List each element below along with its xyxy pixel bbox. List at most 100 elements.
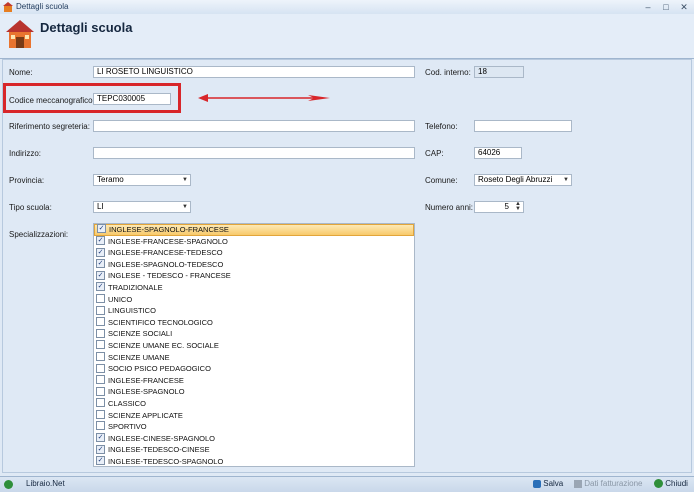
save-button[interactable]: Salva — [533, 479, 563, 488]
checkbox-icon[interactable] — [96, 328, 105, 338]
list-item[interactable]: ✓ INGLESE - TEDESCO - FRANCESE — [94, 270, 414, 282]
close-window-button[interactable]: ✕ — [676, 1, 692, 13]
list-item-label: INGLESE-FRANCESE — [108, 375, 184, 385]
list-item[interactable]: ✓ INGLESE-TEDESCO-CINESE — [94, 444, 414, 456]
nome-input[interactable]: LI ROSETO LINGUISTICO — [93, 66, 415, 78]
list-item[interactable]: INGLESE-SPAGNOLO — [94, 386, 414, 398]
tipo-scuola-select[interactable]: LI ▼ — [93, 201, 191, 213]
nome-label: Nome: — [9, 68, 33, 77]
billing-label: Dati fatturazione — [584, 479, 643, 488]
indirizzo-input[interactable] — [93, 147, 415, 159]
billing-data-button[interactable]: Dati fatturazione — [574, 479, 643, 488]
chevron-down-icon: ▼ — [563, 177, 569, 183]
close-label: Chiudi — [665, 479, 688, 488]
maximize-button[interactable]: □ — [658, 1, 674, 13]
riferimento-segreteria-label: Riferimento segreteria: — [9, 122, 90, 131]
checkbox-icon[interactable] — [96, 363, 105, 373]
checkbox-icon[interactable] — [96, 386, 105, 396]
list-item-label: UNICO — [108, 294, 133, 304]
save-label: Salva — [543, 479, 564, 488]
list-item-label: SPORTIVO — [108, 422, 147, 432]
list-item-label: SCIENZE SOCIALI — [108, 329, 173, 339]
list-item[interactable]: ✓ INGLESE-TEDESCO-SPAGNOLO — [94, 456, 414, 466]
riferimento-segreteria-input[interactable] — [93, 120, 415, 132]
list-item-label: INGLESE-TEDESCO-SPAGNOLO — [108, 456, 224, 466]
numero-anni-value: 5 — [504, 202, 509, 211]
list-item-label: INGLESE-FRANCESE-TEDESCO — [108, 248, 223, 258]
list-item-label: INGLESE-FRANCESE-SPAGNOLO — [108, 236, 228, 246]
list-item-label: INGLESE-CINESE-SPAGNOLO — [108, 433, 215, 443]
list-item[interactable]: ✓ INGLESE-SPAGNOLO-FRANCESE — [94, 224, 414, 236]
list-item[interactable]: ✓ INGLESE-FRANCESE-TEDESCO — [94, 247, 414, 259]
checkbox-checked-icon[interactable]: ✓ — [96, 456, 105, 466]
checkbox-checked-icon[interactable]: ✓ — [97, 224, 106, 234]
list-item[interactable]: SPORTIVO — [94, 421, 414, 433]
list-item-label: SCIENTIFICO TECNOLOGICO — [108, 317, 213, 327]
list-item-label: SCIENZE APPLICATE — [108, 410, 183, 420]
checkbox-icon[interactable] — [96, 398, 105, 408]
list-item-label: INGLESE-SPAGNOLO-TEDESCO — [108, 259, 224, 269]
spin-arrows-icon[interactable]: ▲ ▼ — [515, 202, 521, 212]
list-item-label: INGLESE-SPAGNOLO-FRANCESE — [109, 225, 229, 234]
list-item-label: SOCIO PSICO PEDAGOGICO — [108, 364, 211, 374]
window-title: Dettagli scuola — [16, 2, 69, 11]
checkbox-checked-icon[interactable]: ✓ — [96, 247, 105, 257]
window-titlebar: Dettagli scuola – □ ✕ — [0, 0, 694, 15]
checkbox-icon[interactable] — [96, 421, 105, 431]
close-button[interactable]: Chiudi — [654, 479, 688, 489]
provincia-select[interactable]: Teramo ▼ — [93, 174, 191, 186]
checkbox-checked-icon[interactable]: ✓ — [96, 444, 105, 454]
list-item[interactable]: SCIENZE UMANE — [94, 351, 414, 364]
numero-anni-label: Numero anni: — [425, 203, 474, 212]
checkbox-icon[interactable] — [96, 409, 105, 419]
list-item[interactable]: UNICO — [94, 293, 414, 306]
indirizzo-label: Indirizzo: — [9, 149, 42, 158]
specializzazioni-list[interactable]: ✓ INGLESE-SPAGNOLO-FRANCESE ✓ INGLESE-FRANC… — [93, 223, 415, 467]
list-item-label: INGLESE-TEDESCO-CINESE — [108, 445, 210, 455]
provincia-label: Provincia: — [9, 176, 45, 185]
numero-anni-stepper[interactable]: 5 ▲ ▼ — [474, 201, 524, 213]
list-item[interactable]: ✓ INGLESE-CINESE-SPAGNOLO — [94, 433, 414, 445]
list-item[interactable]: ✓ TRADIZIONALE — [94, 282, 414, 294]
list-item[interactable]: LINGUISTICO — [94, 305, 414, 317]
list-item[interactable]: INGLESE-FRANCESE — [94, 375, 414, 387]
school-house-icon — [6, 20, 34, 48]
close-icon — [654, 479, 663, 489]
checkbox-checked-icon[interactable]: ✓ — [96, 235, 105, 245]
minimize-button[interactable]: – — [640, 1, 656, 13]
list-item[interactable]: SCIENZE SOCIALI — [94, 328, 414, 340]
list-item[interactable]: CLASSICO — [94, 398, 414, 410]
list-item-label: LINGUISTICO — [108, 306, 156, 316]
list-item-label: INGLESE - TEDESCO - FRANCESE — [108, 271, 231, 281]
highlight-box — [3, 83, 181, 113]
page-title: Dettagli scuola — [40, 20, 133, 35]
checkbox-checked-icon[interactable]: ✓ — [96, 270, 105, 280]
checkbox-icon[interactable] — [96, 305, 105, 315]
chevron-down-icon: ▼ — [182, 177, 188, 183]
checkbox-icon[interactable] — [96, 293, 105, 303]
comune-value: Roseto Degli Abruzzi — [478, 175, 553, 184]
checkbox-checked-icon[interactable]: ✓ — [96, 282, 105, 292]
billing-icon — [574, 479, 582, 488]
list-item[interactable]: SCIENTIFICO TECNOLOGICO — [94, 317, 414, 329]
app-name: Libraio.Net — [26, 479, 65, 488]
arrow-annotation-icon — [198, 94, 330, 102]
checkbox-icon[interactable] — [96, 351, 105, 361]
checkbox-icon[interactable] — [96, 317, 105, 327]
list-item-label: CLASSICO — [108, 398, 146, 408]
checkbox-checked-icon[interactable]: ✓ — [96, 259, 105, 269]
checkbox-icon[interactable] — [96, 375, 105, 385]
checkbox-checked-icon[interactable]: ✓ — [96, 433, 105, 443]
list-item[interactable]: SOCIO PSICO PEDAGOGICO — [94, 363, 414, 375]
cap-input[interactable]: 64026 — [474, 147, 522, 159]
save-icon — [533, 479, 541, 488]
list-item-label: INGLESE-SPAGNOLO — [108, 387, 185, 397]
tipo-scuola-label: Tipo scuola: — [9, 203, 52, 212]
comune-select[interactable]: Roseto Degli Abruzzi ▼ — [474, 174, 572, 186]
list-item[interactable]: SCIENZE APPLICATE — [94, 409, 414, 422]
list-item[interactable]: ✓ INGLESE-FRANCESE-SPAGNOLO — [94, 235, 414, 248]
checkbox-icon[interactable] — [96, 340, 105, 350]
telefono-input[interactable] — [474, 120, 572, 132]
list-item[interactable]: ✓ INGLESE-SPAGNOLO-TEDESCO — [94, 259, 414, 271]
list-item[interactable]: SCIENZE UMANE EC. SOCIALE — [94, 340, 414, 352]
